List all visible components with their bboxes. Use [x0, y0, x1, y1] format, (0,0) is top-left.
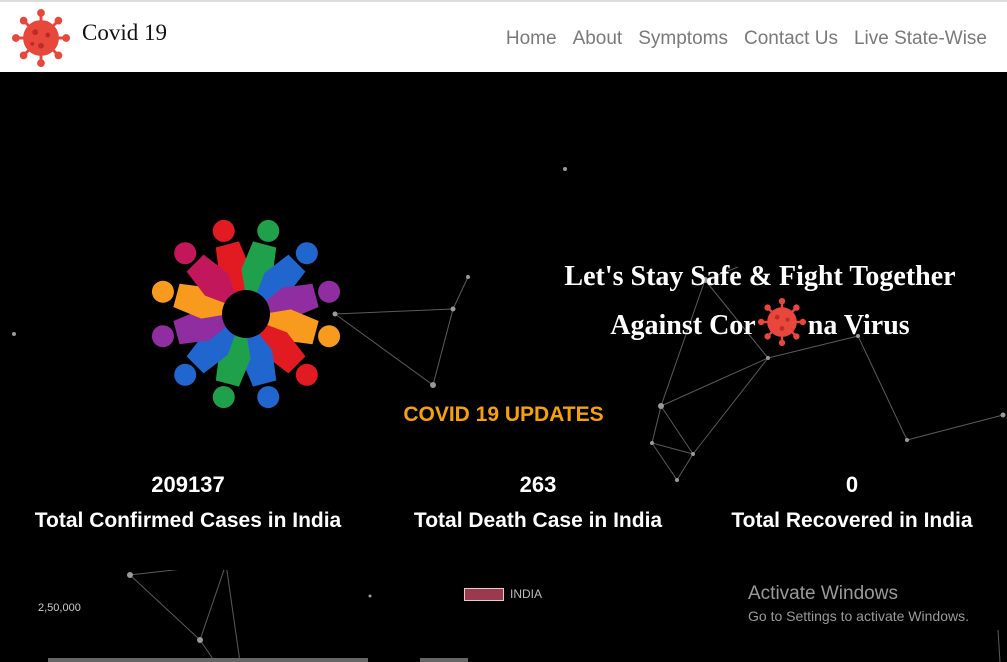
- virus-icon: [757, 297, 806, 346]
- tagline-part-1: Against Cor: [610, 310, 756, 341]
- hero-tagline: Let's Stay Safe & Fight Together Against…: [540, 252, 980, 352]
- brand-name: Covid 19: [82, 20, 167, 45]
- nav-menu: Home About Symptoms Contact Us Live Stat…: [490, 28, 987, 50]
- stat-deaths-label: Total Death Case in India: [413, 509, 663, 532]
- updates-heading: COVID 19 UPDATES: [403, 403, 604, 426]
- stat-recovered-label: Total Recovered in India: [731, 509, 973, 532]
- nav-live-state-wise[interactable]: Live State-Wise: [854, 28, 987, 50]
- stat-deaths-value: 263: [519, 472, 557, 497]
- nav-contact-us[interactable]: Contact Us: [744, 28, 838, 50]
- chart-y-tick-label: 2,50,000: [38, 602, 81, 614]
- tagline-line-1: Let's Stay Safe & Fight Together: [564, 261, 956, 292]
- nav-home[interactable]: Home: [506, 28, 557, 50]
- tagline-part-2: na Virus: [807, 310, 910, 341]
- people-circle-icon: [148, 216, 344, 412]
- tagline-line-2: Against Cor na Virus: [540, 297, 980, 352]
- legend-swatch: [464, 587, 504, 601]
- chart-legend[interactable]: INDIA: [464, 587, 542, 601]
- watermark-subtitle: Go to Settings to activate Windows.: [748, 608, 969, 624]
- chart-scroll-bar-2: [420, 658, 468, 662]
- watermark-title: Activate Windows: [748, 583, 898, 604]
- stat-confirmed-label: Total Confirmed Cases in India: [34, 509, 342, 532]
- brand[interactable]: Covid 19: [12, 8, 167, 68]
- navbar: Covid 19 Home About Symptoms Contact Us …: [0, 0, 1007, 72]
- chart-scroll-bar: [48, 658, 368, 662]
- stat-recovered: 0 Total Recovered in India: [712, 472, 992, 534]
- legend-label: INDIA: [510, 587, 543, 601]
- stat-confirmed: 209137 Total Confirmed Cases in India: [18, 472, 358, 534]
- virus-icon: [12, 9, 70, 67]
- nav-symptoms[interactable]: Symptoms: [638, 28, 728, 50]
- activate-windows-watermark: Activate Windows Go to Settings to activ…: [748, 583, 969, 627]
- stat-deaths: 263 Total Death Case in India: [388, 472, 688, 534]
- stat-recovered-value: 0: [845, 472, 859, 497]
- nav-about[interactable]: About: [573, 28, 623, 50]
- stat-confirmed-value: 209137: [151, 472, 225, 497]
